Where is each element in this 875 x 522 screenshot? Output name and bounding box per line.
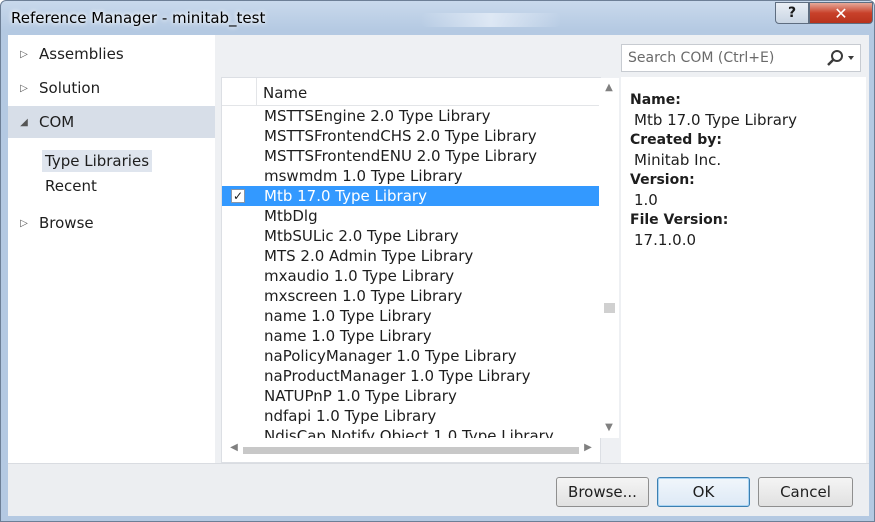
list-row[interactable]: ✓ Mtb 17.0 Type Library: [222, 186, 599, 206]
nav-item-label: COM: [39, 113, 75, 131]
nav-item-browse[interactable]: ▷ Browse: [8, 207, 215, 239]
file-version-value: 17.1.0.0: [634, 231, 697, 249]
list-row[interactable]: MSTTSFrontendCHS 2.0 Type Library: [222, 126, 599, 146]
list-header: Name: [222, 78, 599, 106]
expand-arrow-icon[interactable]: ▷: [14, 218, 34, 229]
scroll-down-icon[interactable]: ▼: [599, 422, 619, 440]
nav-item-label: Assemblies: [39, 45, 124, 63]
nav-item-label: Solution: [39, 79, 101, 97]
file-version-label: File Version:: [630, 212, 729, 228]
reference-manager-window: Reference Manager - minitab_test ? ✕ ▷ A…: [0, 0, 875, 522]
created-by-label: Created by:: [630, 132, 722, 148]
row-name: ndfapi 1.0 Type Library: [264, 407, 437, 425]
type-library-list: Name MSTTSEngine 2.0 Type Library MSTTSFr…: [221, 77, 619, 463]
nav-item-assemblies[interactable]: ▷ Assemblies: [8, 38, 215, 70]
nav-subitem-type-libraries[interactable]: Type Libraries: [42, 150, 153, 172]
list-row[interactable]: MtbDlg: [222, 206, 599, 226]
row-name: naPolicyManager 1.0 Type Library: [264, 347, 517, 365]
row-name: MSTTSEngine 2.0 Type Library: [264, 107, 491, 125]
checkbox-column-header[interactable]: [222, 78, 257, 106]
search-input[interactable]: [622, 45, 818, 71]
list-row[interactable]: naProductManager 1.0 Type Library: [222, 366, 599, 386]
help-icon: ?: [787, 5, 797, 21]
list-rows: MSTTSEngine 2.0 Type Library MSTTSFronten…: [222, 106, 599, 438]
title-bar[interactable]: Reference Manager - minitab_test ? ✕: [1, 1, 874, 35]
left-navigation: ▷ Assemblies ▷ Solution ◢ COM Type Libra…: [8, 35, 215, 463]
cancel-button[interactable]: Cancel: [758, 477, 853, 507]
row-name: mxscreen 1.0 Type Library: [264, 287, 463, 305]
list-row[interactable]: NATUPnP 1.0 Type Library: [222, 386, 599, 406]
row-name: MtbDlg: [264, 207, 318, 225]
window-title: Reference Manager - minitab_test: [11, 9, 266, 27]
scrollbar-thumb[interactable]: [604, 303, 615, 313]
row-name: NATUPnP 1.0 Type Library: [264, 387, 457, 405]
nav-item-label: Browse: [39, 214, 94, 232]
row-name: mxaudio 1.0 Type Library: [264, 267, 455, 285]
row-name: MSTTSFrontendCHS 2.0 Type Library: [264, 127, 537, 145]
search-icon[interactable]: [822, 47, 858, 69]
vertical-scrollbar[interactable]: ▲ ▼: [599, 78, 619, 438]
scroll-right-icon[interactable]: ▶: [580, 442, 596, 453]
scroll-left-icon[interactable]: ◀: [226, 442, 242, 453]
name-column-header[interactable]: Name: [263, 84, 307, 102]
list-row[interactable]: MSTTSFrontendENU 2.0 Type Library: [222, 146, 599, 166]
row-name: NdisCap Notify Object 1.0 Type Library: [264, 427, 554, 438]
list-row[interactable]: MSTTSEngine 2.0 Type Library: [222, 106, 599, 126]
close-button[interactable]: ✕: [809, 2, 873, 24]
list-row[interactable]: naPolicyManager 1.0 Type Library: [222, 346, 599, 366]
row-name: name 1.0 Type Library: [264, 327, 432, 345]
list-row[interactable]: ndfapi 1.0 Type Library: [222, 406, 599, 426]
help-button[interactable]: ?: [775, 2, 809, 24]
list-row[interactable]: name 1.0 Type Library: [222, 326, 599, 346]
title-glow: [421, 13, 561, 27]
nav-item-com[interactable]: ◢ COM: [8, 106, 215, 138]
scrollbar-thumb[interactable]: [243, 447, 579, 454]
row-name: mswmdm 1.0 Type Library: [264, 167, 463, 185]
search-box: [621, 44, 861, 72]
list-row[interactable]: MTS 2.0 Admin Type Library: [222, 246, 599, 266]
close-icon: ✕: [834, 3, 848, 23]
row-name: Mtb 17.0 Type Library: [264, 187, 427, 205]
dialog-footer: Browse... OK Cancel: [8, 463, 869, 516]
details-pane: Name: Mtb 17.0 Type Library Created by: …: [621, 77, 866, 463]
row-name: name 1.0 Type Library: [264, 307, 432, 325]
list-row[interactable]: NdisCap Notify Object 1.0 Type Library: [222, 426, 599, 438]
row-checkbox[interactable]: ✓: [231, 189, 245, 203]
dialog-client: ▷ Assemblies ▷ Solution ◢ COM Type Libra…: [8, 35, 869, 516]
horizontal-scrollbar[interactable]: ◀ ▶: [222, 438, 599, 462]
expand-arrow-icon[interactable]: ▷: [14, 49, 34, 60]
list-row[interactable]: mxscreen 1.0 Type Library: [222, 286, 599, 306]
nav-item-solution[interactable]: ▷ Solution: [8, 72, 215, 104]
browse-button[interactable]: Browse...: [556, 477, 649, 507]
row-name: MSTTSFrontendENU 2.0 Type Library: [264, 147, 537, 165]
row-name: MTS 2.0 Admin Type Library: [264, 247, 474, 265]
collapse-arrow-icon[interactable]: ◢: [14, 117, 34, 128]
version-value: 1.0: [634, 191, 658, 209]
row-name: naProductManager 1.0 Type Library: [264, 367, 531, 385]
list-row[interactable]: mswmdm 1.0 Type Library: [222, 166, 599, 186]
list-row[interactable]: MtbSULic 2.0 Type Library: [222, 226, 599, 246]
list-row[interactable]: mxaudio 1.0 Type Library: [222, 266, 599, 286]
created-by-value: Minitab Inc.: [634, 151, 722, 169]
ok-button[interactable]: OK: [657, 477, 750, 507]
row-name: MtbSULic 2.0 Type Library: [264, 227, 459, 245]
scroll-up-icon[interactable]: ▲: [599, 82, 619, 100]
name-value: Mtb 17.0 Type Library: [634, 111, 797, 129]
nav-subitem-recent[interactable]: Recent: [42, 175, 100, 197]
version-label: Version:: [630, 172, 695, 188]
list-row[interactable]: name 1.0 Type Library: [222, 306, 599, 326]
expand-arrow-icon[interactable]: ▷: [14, 83, 34, 94]
name-label: Name:: [630, 92, 681, 108]
